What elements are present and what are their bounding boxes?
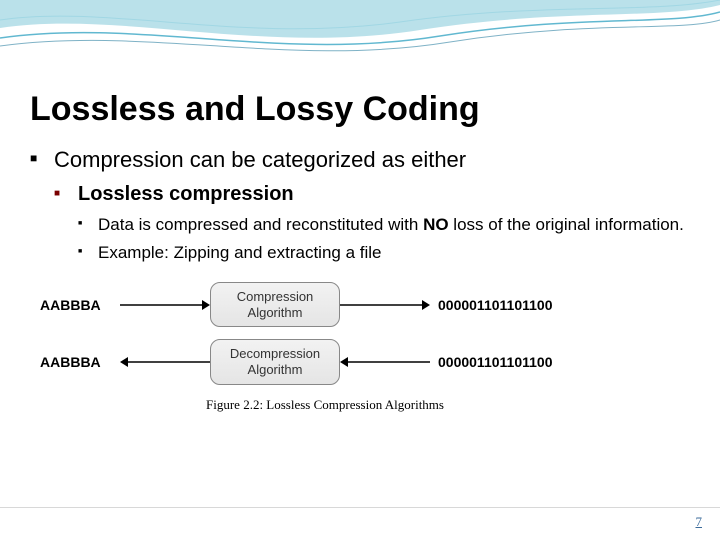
page-number: 7 [696,514,703,530]
arrow-right-icon [120,298,210,312]
diagram-input-text-2: AABBBA [40,354,120,370]
compression-box: Compression Algorithm [210,282,340,327]
bullet3a-post: loss of the original information. [449,215,684,234]
diagram-row-compression: AABBBA Compression Algorithm 00000110110… [40,282,610,327]
decompression-box-line1: Decompression [229,346,321,362]
compression-box-line2: Algorithm [229,305,321,321]
footer-divider [0,507,720,508]
bullet-level1: Compression can be categorized as either… [30,147,690,264]
bullet3a-pre: Data is compressed and reconstituted wit… [98,215,423,234]
slide-content: Lossless and Lossy Coding Compression ca… [30,90,690,413]
arrow-left-icon [340,355,430,369]
diagram-input-text: AABBBA [40,297,120,313]
bullet1-text: Compression can be categorized as either [54,147,466,172]
figure-caption: Figure 2.2: Lossless Compression Algorit… [40,397,610,413]
arrow-left-icon [120,355,210,369]
bullet-level3-b: Example: Zipping and extracting a file [78,242,690,264]
diagram-row-decompression: AABBBA Decompression Algorithm 000001101… [40,339,610,384]
header-wave-decoration [0,0,720,70]
compression-diagram: AABBBA Compression Algorithm 00000110110… [40,282,610,412]
decompression-box-line2: Algorithm [229,362,321,378]
bullet-level2: Lossless compression Data is compressed … [54,183,690,264]
slide-title: Lossless and Lossy Coding [30,90,690,129]
compression-box-line1: Compression [229,289,321,305]
diagram-output-bits-2: 000001101101100 [438,354,588,370]
bullet-level3-a: Data is compressed and reconstituted wit… [78,214,690,236]
decompression-box: Decompression Algorithm [210,339,340,384]
bullet3a-bold: NO [423,215,449,234]
bullet2-text: Lossless compression [78,183,294,205]
arrow-right-icon [340,298,430,312]
diagram-output-bits: 000001101101100 [438,297,588,313]
